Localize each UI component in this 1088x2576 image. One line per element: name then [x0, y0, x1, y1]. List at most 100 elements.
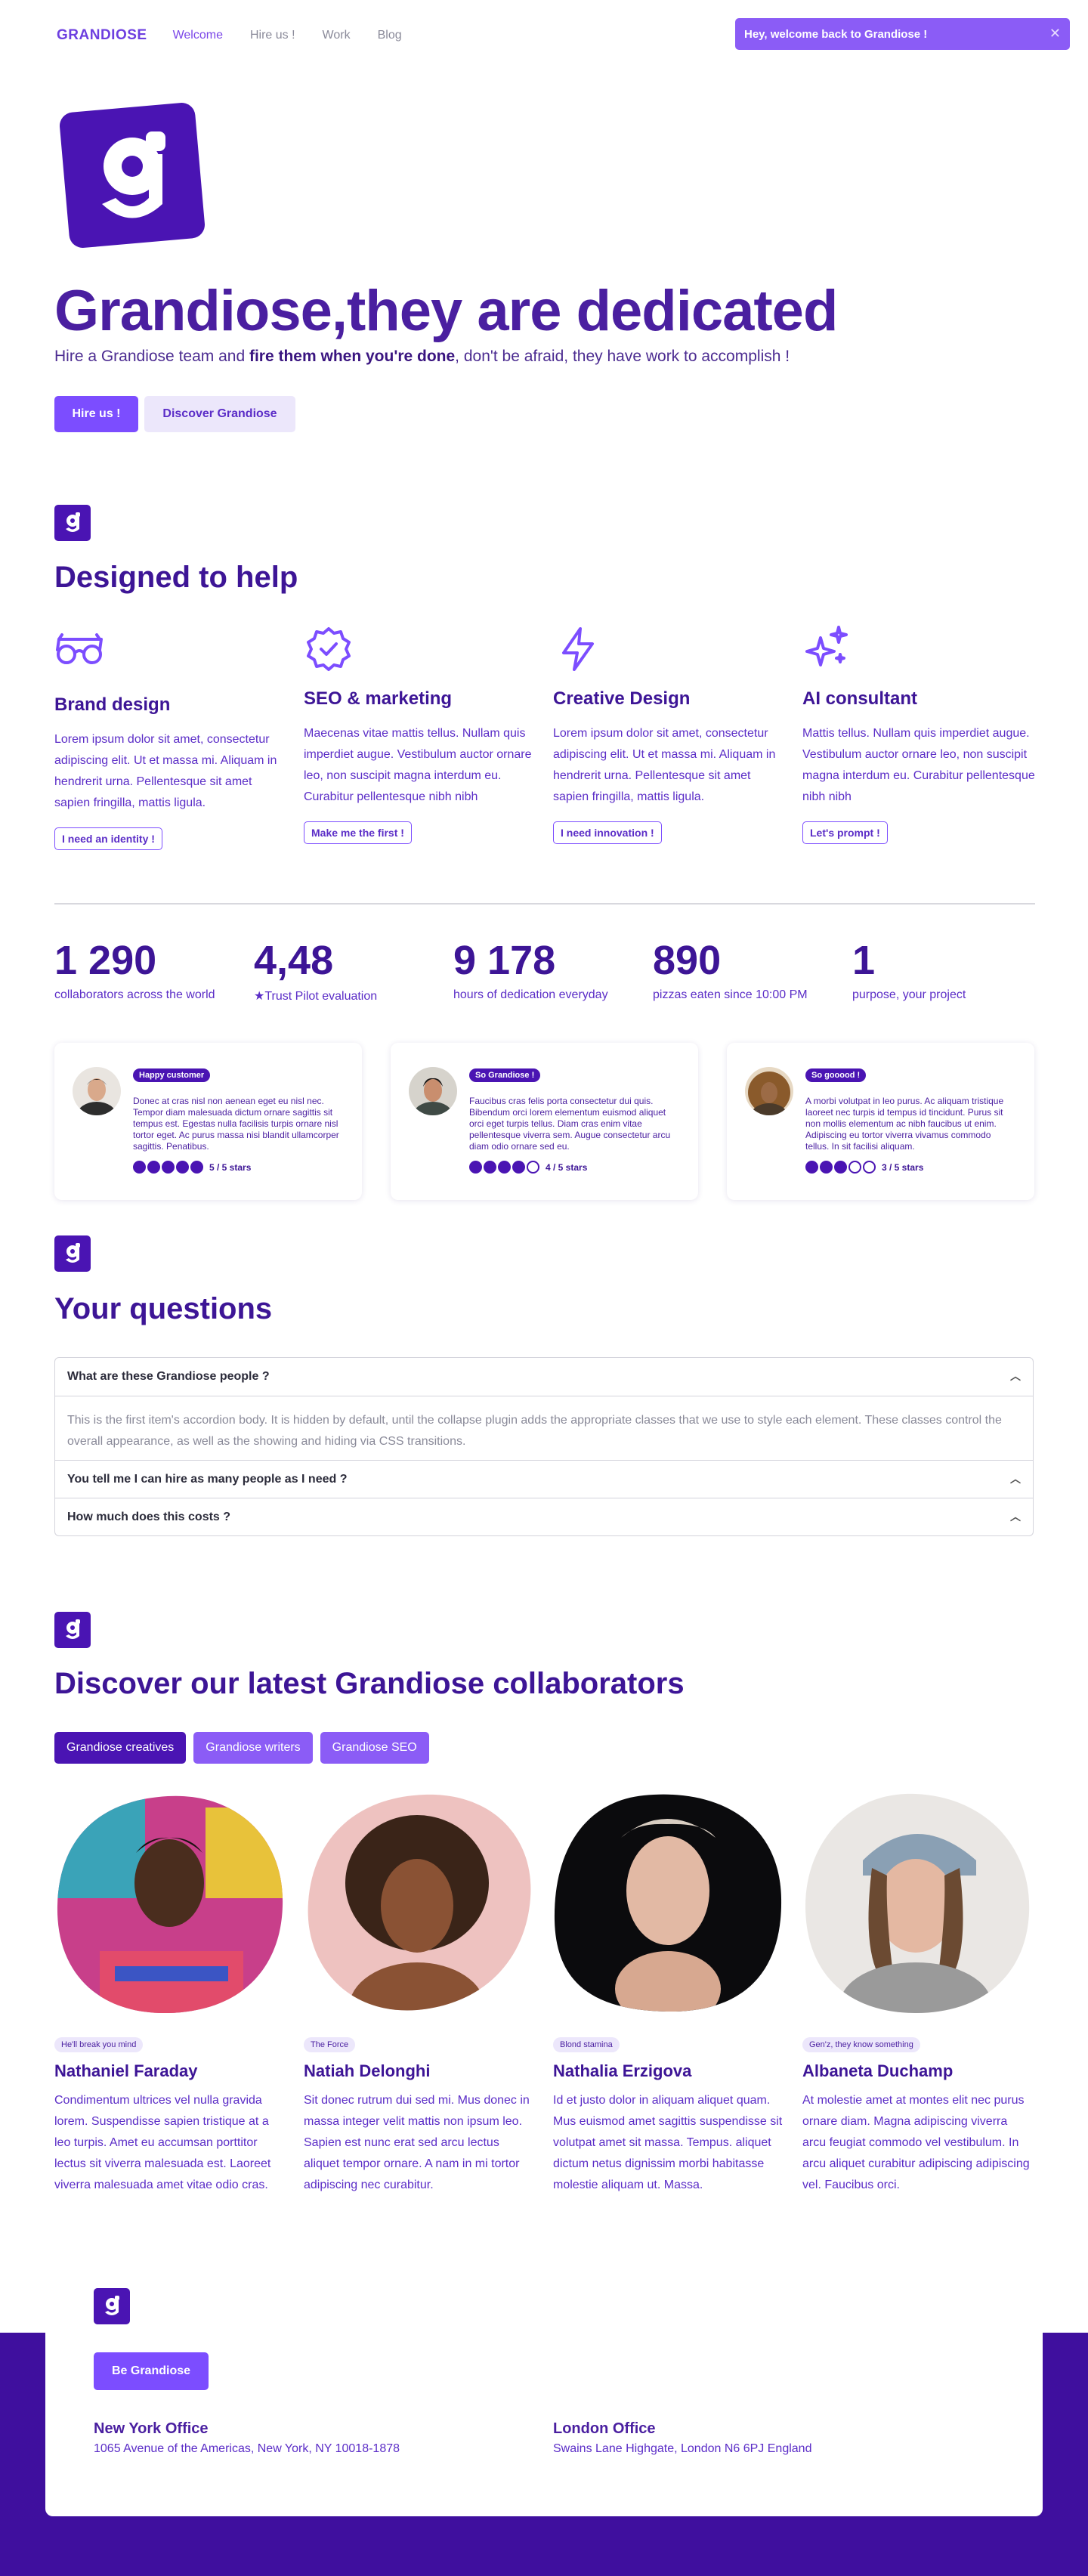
first-button[interactable]: Make me the first !	[304, 821, 412, 844]
discover-button[interactable]: Discover Grandiose	[144, 396, 295, 432]
top-nav: GRANDIOSE Welcome Hire us ! Work Blog	[57, 27, 429, 44]
chevron-up-icon: ︿	[1010, 1511, 1021, 1523]
rating: 4 / 5 stars	[469, 1161, 587, 1174]
collaborator-card: Gen'z, they know something Albaneta Duch…	[802, 1792, 1033, 2196]
grandiose-logo-icon	[54, 1612, 91, 1648]
nav-link-hire[interactable]: Hire us !	[250, 29, 295, 42]
collaborator-photo	[805, 1793, 1030, 2014]
tab-seo[interactable]: Grandiose SEO	[320, 1732, 429, 1764]
stat-item: 9 178 hours of dedication everyday	[453, 937, 608, 1002]
collaborator-photo	[554, 1794, 782, 2012]
feature-text: Lorem ipsum dolor sit amet, consectetur …	[54, 733, 277, 809]
tab-writers[interactable]: Grandiose writers	[193, 1732, 313, 1764]
close-icon[interactable]: ✕	[1049, 26, 1061, 42]
sparkles-icon	[805, 626, 848, 666]
feature-text: Maecenas vitae mattis tellus. Nullam qui…	[304, 727, 532, 803]
stat-number: 1 290	[54, 938, 157, 983]
accordion-body: This is the first item's accordion body.…	[55, 1396, 1033, 1460]
testimonial-text: Donec at cras nisl non aenean eget eu ni…	[133, 1096, 339, 1152]
avatar	[745, 1067, 793, 1115]
office-address[interactable]: 1065 Avenue of the Americas, New York, N…	[94, 2442, 400, 2456]
collaborator-photo	[57, 1795, 283, 2014]
testimonial-badge: So Grandiose !	[469, 1068, 541, 1082]
feature-text: Lorem ipsum dolor sit amet, consectetur …	[553, 727, 776, 803]
innovation-button[interactable]: I need innovation !	[553, 821, 662, 844]
star-icon	[805, 1161, 818, 1174]
team-tabs: Grandiose creatives Grandiose writers Gr…	[54, 1732, 437, 1764]
star-icon	[848, 1161, 861, 1174]
feature-card: Brand design Lorem ipsum dolor sit amet,…	[54, 624, 289, 850]
office-address[interactable]: Swains Lane Highgate, London N6 6PJ Engl…	[553, 2442, 811, 2456]
collaborator-card: Blond stamina Nathalia Erzigova Id et ju…	[553, 1792, 784, 2196]
be-grandiose-button[interactable]: Be Grandiose	[94, 2352, 209, 2390]
star-icon	[484, 1161, 496, 1174]
testimonial-card: Happy customer Donec at cras nisl non ae…	[54, 1043, 362, 1200]
rating-text: 3 / 5 stars	[882, 1161, 924, 1173]
collaborator-name[interactable]: Natiah Delonghi	[304, 2061, 534, 2081]
stat-label: hours of dedication everyday	[453, 988, 608, 1001]
chevron-up-icon: ︿	[1010, 1370, 1021, 1382]
avatar	[409, 1067, 457, 1115]
rating: 5 / 5 stars	[133, 1161, 251, 1174]
star-icon	[527, 1161, 539, 1174]
section-divider	[54, 903, 1035, 905]
chevron-up-icon: ︿	[1010, 1473, 1021, 1485]
accordion-question: You tell me I can hire as many people as…	[67, 1472, 348, 1486]
rating: 3 / 5 stars	[805, 1161, 923, 1174]
stat-item: 4,48 ★Trust Pilot evaluation	[254, 937, 377, 1003]
hero-title: Grandiose,they are dedicated	[54, 279, 838, 343]
star-icon	[834, 1161, 847, 1174]
identity-button[interactable]: I need an identity !	[54, 827, 162, 850]
feature-title: Brand design	[54, 694, 171, 715]
hire-us-button[interactable]: Hire us !	[54, 396, 138, 432]
nav-link-work[interactable]: Work	[323, 29, 351, 42]
collaborator-bio: Id et justo dolor in aliquam aliquet qua…	[553, 2094, 783, 2191]
brand-logo-text[interactable]: GRANDIOSE	[57, 27, 147, 44]
stat-item: 1 290 collaborators across the world	[54, 937, 215, 1002]
nav-link-welcome[interactable]: Welcome	[173, 29, 223, 42]
testimonial-text: A morbi volutpat in leo purus. Ac aliqua…	[805, 1096, 1004, 1152]
collaborator-tag: He'll break you mind	[54, 2037, 144, 2052]
badge-check-icon	[307, 627, 351, 671]
star-icon	[147, 1161, 160, 1174]
testimonial-card: So Grandiose ! Faucibus cras felis porta…	[391, 1043, 698, 1200]
accordion-header[interactable]: What are these Grandiose people ? ︿	[55, 1358, 1033, 1396]
avatar	[73, 1067, 121, 1115]
collaborator-tag: Blond stamina	[553, 2037, 620, 2052]
star-icon	[469, 1161, 482, 1174]
accordion-header[interactable]: How much does this costs ? ︿	[55, 1498, 1033, 1535]
testimonial-badge: So gooood !	[805, 1068, 867, 1082]
nav-link-blog[interactable]: Blog	[378, 29, 402, 42]
feature-text: Mattis tellus. Nullam quis imperdiet aug…	[802, 727, 1035, 803]
office-city: London Office	[553, 2420, 656, 2437]
star-icon	[190, 1161, 203, 1174]
prompt-button[interactable]: Let's prompt !	[802, 821, 888, 844]
welcome-toast: Hey, welcome back to Grandiose ! ✕	[735, 18, 1070, 50]
glasses-icon	[56, 633, 103, 664]
accordion-header[interactable]: You tell me I can hire as many people as…	[55, 1460, 1033, 1498]
team-title: Discover our latest Grandiose collaborat…	[54, 1667, 685, 1700]
rating-text: 5 / 5 stars	[209, 1161, 252, 1173]
star-icon	[512, 1161, 525, 1174]
collaborator-bio: Condimentum ultrices vel nulla gravida l…	[54, 2094, 271, 2191]
stat-number: 4,48	[254, 938, 334, 983]
grandiose-logo-icon	[59, 102, 206, 249]
feature-title: AI consultant	[802, 688, 918, 709]
tab-creatives[interactable]: Grandiose creatives	[54, 1732, 187, 1764]
collaborator-name[interactable]: Nathaniel Faraday	[54, 2061, 285, 2081]
accordion-question: How much does this costs ?	[67, 1510, 231, 1523]
collaborator-bio: At molestie amet at montes elit nec puru…	[802, 2094, 1030, 2191]
star-icon	[863, 1161, 876, 1174]
star-icon	[176, 1161, 189, 1174]
collaborator-name[interactable]: Nathalia Erzigova	[553, 2061, 784, 2081]
star-icon	[498, 1161, 511, 1174]
testimonial-text: Faucibus cras felis porta consectetur du…	[469, 1096, 671, 1152]
faq-accordion: What are these Grandiose people ? ︿ This…	[54, 1357, 1034, 1536]
collaborator-photo	[308, 1794, 531, 2011]
collaborator-bio: Sit donec rutrum dui sed mi. Mus donec i…	[304, 2094, 530, 2191]
collaborator-name[interactable]: Albaneta Duchamp	[802, 2061, 1033, 2081]
stat-number: 1	[852, 938, 876, 983]
stat-label: ★Trust Pilot evaluation	[254, 990, 378, 1003]
collaborator-tag: Gen'z, they know something	[802, 2037, 920, 2052]
collaborator-card: He'll break you mind Nathaniel Faraday C…	[54, 1792, 285, 2196]
